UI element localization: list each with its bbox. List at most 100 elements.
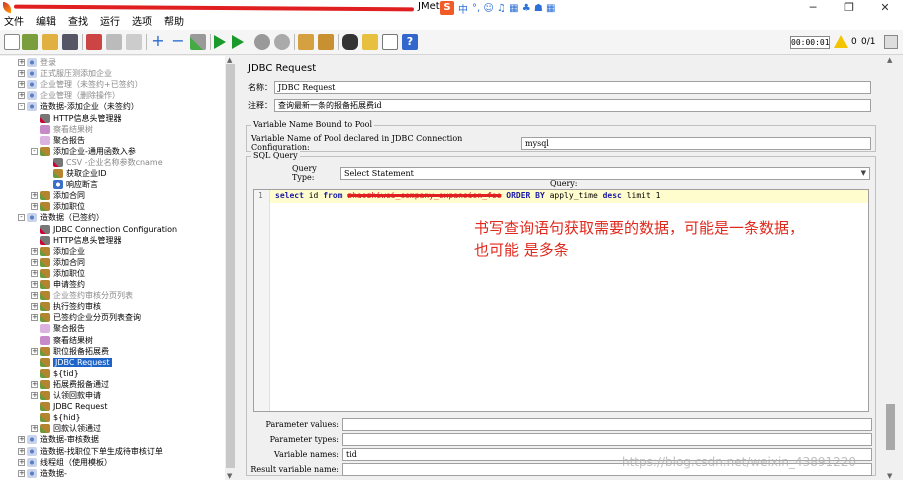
param-values-field[interactable] xyxy=(342,418,872,431)
tree-node[interactable]: - 添加企业-通用函数入参 xyxy=(31,146,136,157)
tree-node[interactable]: + 职位报备拓展费 xyxy=(31,346,109,357)
clear-all-icon[interactable] xyxy=(318,34,334,50)
tree-node[interactable]: + 添加企业 xyxy=(31,246,85,257)
expand-icon[interactable]: + xyxy=(31,281,38,288)
scroll-up-icon[interactable]: ▲ xyxy=(887,56,892,64)
menu-options[interactable]: 选项 xyxy=(132,16,152,30)
menu-run[interactable]: 运行 xyxy=(100,16,120,30)
collapse-icon[interactable]: - xyxy=(18,214,25,222)
expand-icon[interactable]: + xyxy=(31,380,38,388)
tree-node[interactable]: HTTP信息头管理器 xyxy=(31,235,121,246)
start-no-pauses-icon[interactable] xyxy=(232,35,244,49)
tree-node[interactable]: 察看结果树 xyxy=(31,124,93,135)
copy-icon[interactable] xyxy=(106,34,122,50)
expand-icon[interactable]: + xyxy=(31,203,38,211)
tree-node[interactable]: 察看结果树 xyxy=(31,335,93,346)
function-helper-icon[interactable] xyxy=(382,34,398,50)
tree-node[interactable]: CSV -企业名称参数cname xyxy=(44,157,163,168)
tree-scroll-thumb[interactable] xyxy=(226,64,235,468)
tree-node[interactable]: + 登录 xyxy=(18,57,56,68)
tree-node[interactable]: + 造数据-找职位下单生成待审核订单 xyxy=(18,446,163,457)
tree-node[interactable]: + 线程组（使用模板） xyxy=(18,457,112,468)
toggle-icon[interactable] xyxy=(190,34,206,50)
tree-node[interactable]: + 添加职位 xyxy=(31,201,85,212)
tree-node[interactable]: HTTP信息头管理器 xyxy=(31,113,121,124)
templates-icon[interactable] xyxy=(22,34,38,50)
collapse-icon[interactable]: - xyxy=(18,103,25,111)
expand-icon[interactable]: + xyxy=(18,469,25,477)
expand-icon[interactable]: + xyxy=(18,92,25,100)
expand-icon[interactable]: + xyxy=(31,258,38,266)
scroll-down-icon[interactable]: ▼ xyxy=(887,472,892,480)
tree-node[interactable]: + 造数据-审核数据 xyxy=(18,434,99,445)
expand-icon[interactable]: + xyxy=(18,436,25,444)
tree-node[interactable]: - 造数据（已签约） xyxy=(18,212,104,223)
query-type-select[interactable]: Select Statement ▼ xyxy=(340,166,870,180)
tree-node[interactable]: + 申请签约 xyxy=(31,279,85,290)
tree-node[interactable]: + 回款认领通过 xyxy=(31,423,101,434)
comment-field[interactable]: 查询最新一条的报备拓展费id xyxy=(274,99,871,112)
panel-scrollbar[interactable]: ▲ ▼ xyxy=(885,56,896,480)
tree-node[interactable]: + 企业签约审核分页列表 xyxy=(31,290,133,301)
menu-edit[interactable]: 编辑 xyxy=(36,16,56,30)
close-button[interactable]: ✕ xyxy=(867,0,903,16)
test-plan-tree[interactable]: + 登录 + 正式服压测添加企业 + 企业管理（未签约+已签约） + 企业管理（删除操作） - 造… xyxy=(0,56,236,480)
tree-node[interactable]: + 拓展费报备通过 xyxy=(31,379,109,390)
tree-node[interactable]: 获取企业ID xyxy=(44,168,107,179)
expand-icon[interactable]: + xyxy=(31,192,38,200)
tree-node[interactable]: 响应断言 xyxy=(44,179,98,190)
collapse-icon[interactable]: - xyxy=(31,147,38,155)
collapse-all-icon[interactable]: − xyxy=(170,33,186,50)
tree-node[interactable]: + 添加合同 xyxy=(31,257,85,268)
expand-icon[interactable]: + xyxy=(31,314,38,322)
sogou-icon[interactable]: S xyxy=(440,1,454,15)
param-types-field[interactable] xyxy=(342,433,872,446)
shutdown-icon[interactable] xyxy=(274,34,290,50)
expand-icon[interactable]: + xyxy=(31,392,38,399)
tree-node[interactable]: + 添加职位 xyxy=(31,268,85,279)
ime-extra-icons[interactable]: °, ☺ ♫ ▦ ♣ ☗ ▦ xyxy=(472,3,555,14)
reset-search-icon[interactable] xyxy=(362,34,378,50)
expand-icon[interactable]: + xyxy=(31,269,38,277)
menu-search[interactable]: 查找 xyxy=(68,16,88,30)
cut-icon[interactable] xyxy=(86,34,102,50)
expand-icon[interactable]: + xyxy=(31,425,38,433)
tree-node[interactable]: + 执行签约审核 xyxy=(31,301,101,312)
new-icon[interactable] xyxy=(4,34,20,50)
expand-icon[interactable]: + xyxy=(31,292,38,300)
pool-field[interactable]: mysql xyxy=(521,136,871,150)
tree-node[interactable]: JDBC Connection Configuration xyxy=(31,224,177,235)
tree-node[interactable]: JDBC Request xyxy=(31,357,112,368)
tree-scrollbar[interactable]: ▲ ▼ xyxy=(225,56,236,480)
start-icon[interactable] xyxy=(214,35,226,49)
stop-icon[interactable] xyxy=(254,34,270,50)
clear-icon[interactable] xyxy=(298,34,314,50)
expand-icon[interactable]: + xyxy=(18,59,25,66)
warning-icon[interactable] xyxy=(834,35,848,48)
tree-node[interactable]: - 造数据-添加企业（未签约） xyxy=(18,101,139,112)
query-text[interactable]: select id from zhaozhiwei_company_expans… xyxy=(275,191,660,200)
expand-icon[interactable]: + xyxy=(31,347,38,355)
expand-all-icon[interactable]: + xyxy=(150,33,166,50)
scroll-up-icon[interactable]: ▲ xyxy=(227,56,232,64)
save-icon[interactable] xyxy=(62,34,78,50)
expand-icon[interactable]: + xyxy=(18,70,25,78)
expand-icon[interactable]: + xyxy=(18,458,25,466)
tree-node[interactable]: 聚合报告 xyxy=(31,323,85,334)
search-icon[interactable] xyxy=(342,34,358,50)
name-field[interactable]: JDBC Request xyxy=(274,81,871,94)
tree-node[interactable]: ${tid} xyxy=(31,368,79,379)
ime-mode[interactable]: 中 xyxy=(458,1,468,16)
tree-node[interactable]: + 添加合同 xyxy=(31,190,85,201)
tree-node[interactable]: + 认领回款申请 xyxy=(31,390,101,401)
tree-node[interactable]: + 企业管理（删除操作） xyxy=(18,90,120,101)
tree-node[interactable]: + 已签约企业分页列表查询 xyxy=(31,312,141,323)
open-icon[interactable] xyxy=(42,34,58,50)
menu-help[interactable]: 帮助 xyxy=(164,16,184,30)
expand-icon[interactable]: + xyxy=(31,247,38,255)
tree-node[interactable]: JDBC Request xyxy=(31,401,108,412)
menu-file[interactable]: 文件 xyxy=(4,16,24,30)
expand-icon[interactable]: + xyxy=(18,447,25,455)
tree-node[interactable]: + 造数据- xyxy=(18,468,67,479)
maximize-button[interactable]: ❐ xyxy=(831,0,867,16)
